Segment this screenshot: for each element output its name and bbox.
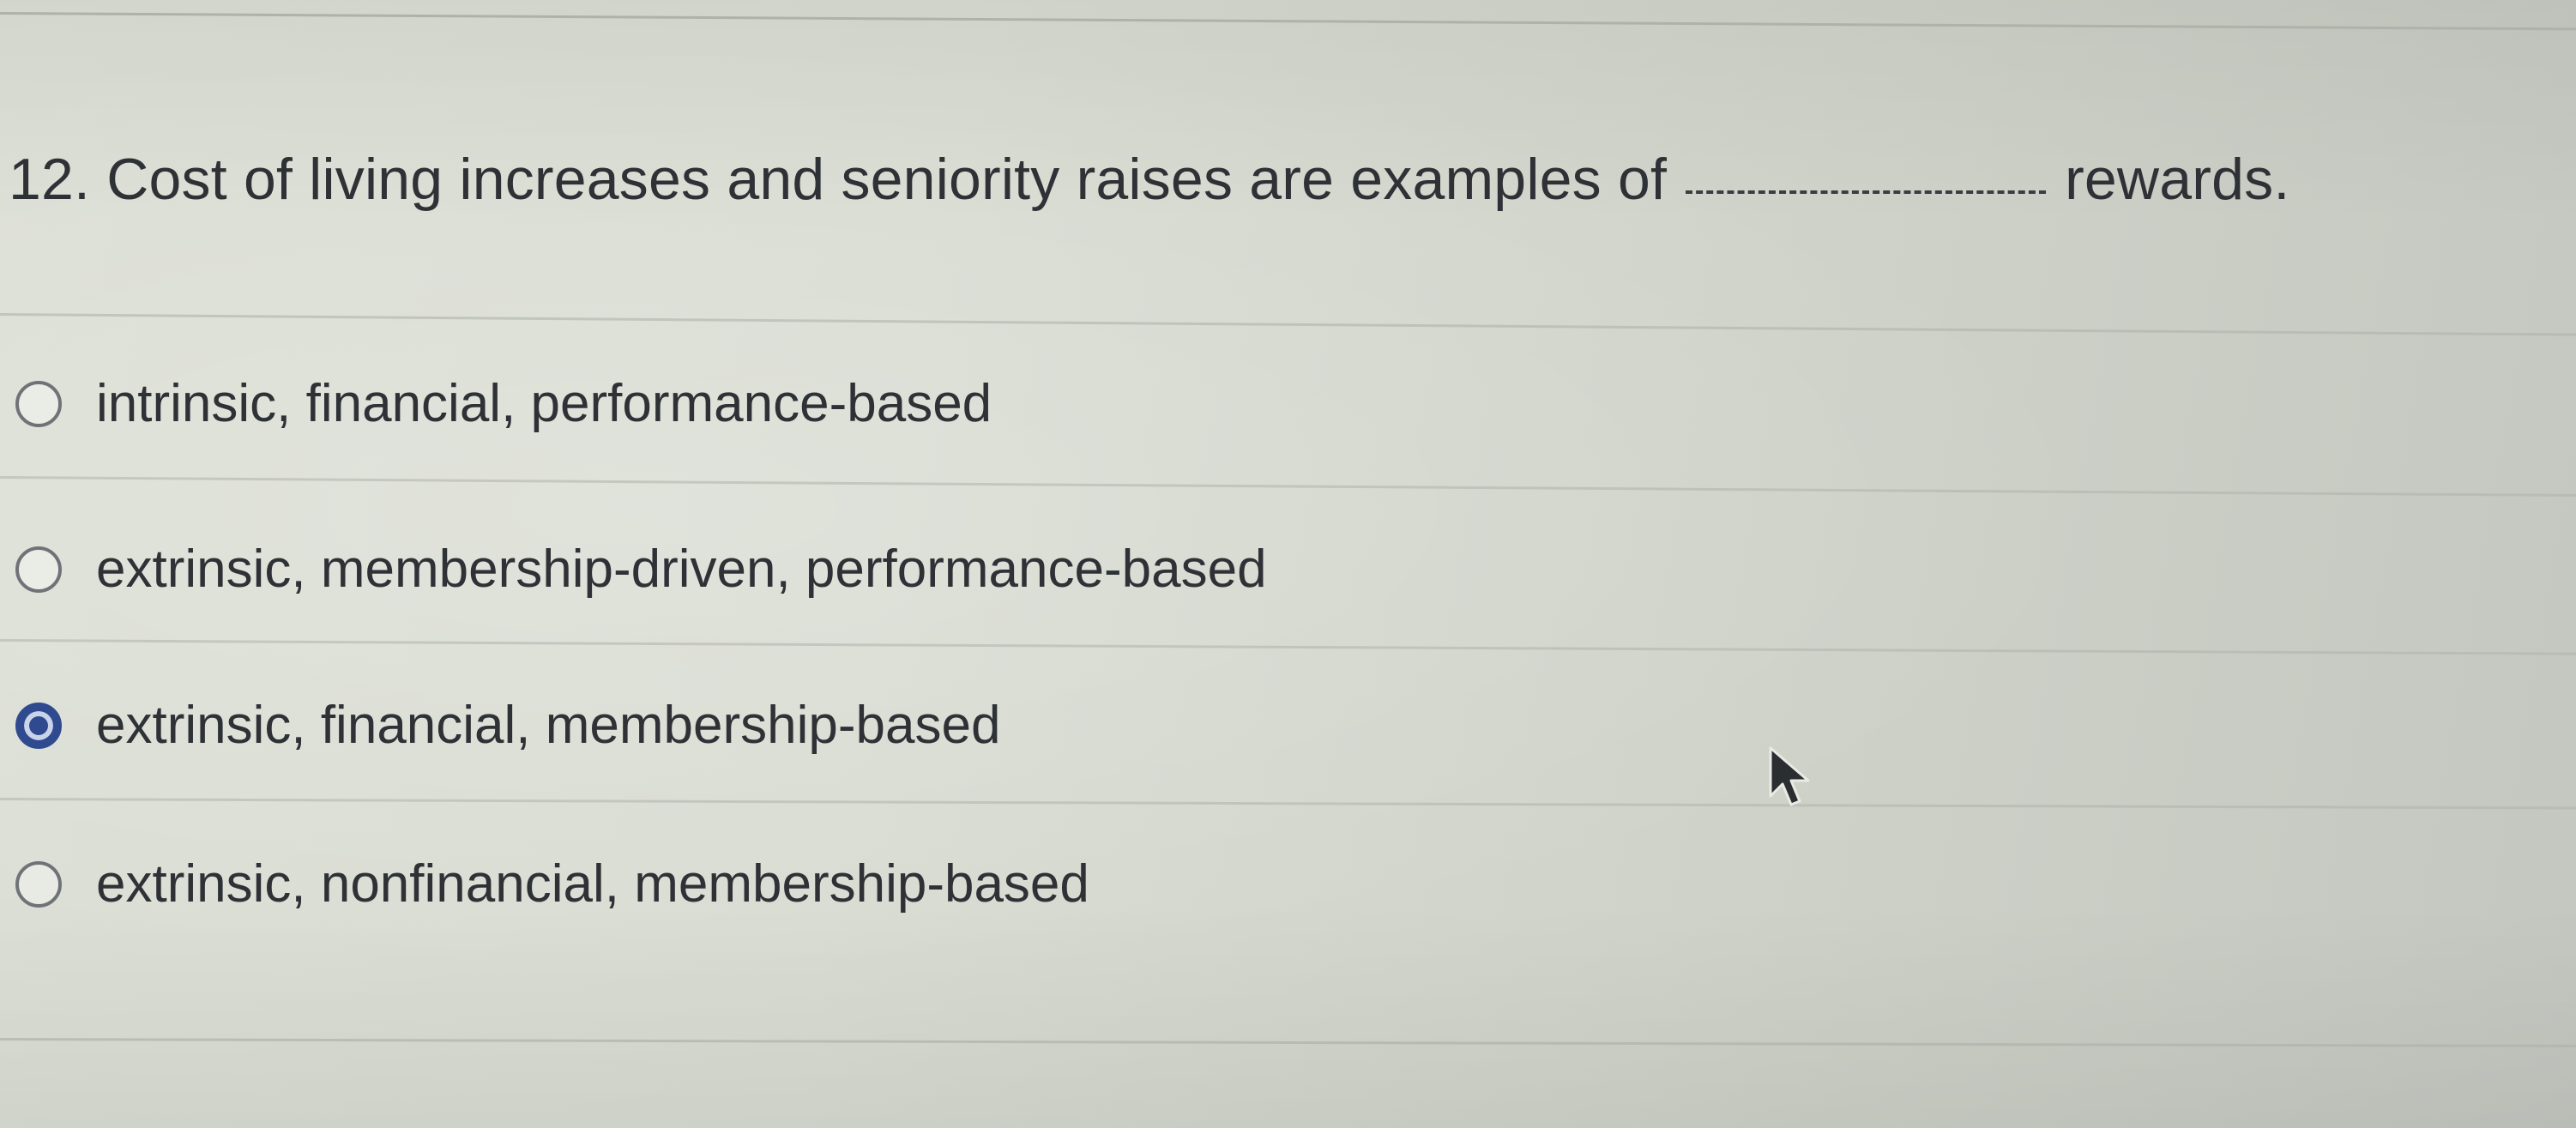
- mouse-pointer-icon: [1769, 746, 1810, 806]
- answer-option-label: extrinsic, nonfinancial, membership-base…: [96, 854, 1089, 914]
- option-divider-3: [0, 798, 2576, 810]
- answer-option-4[interactable]: extrinsic, nonfinancial, membership-base…: [15, 854, 1089, 914]
- radio-button-2[interactable]: [15, 546, 62, 593]
- radio-button-4[interactable]: [15, 860, 62, 908]
- answer-option-1[interactable]: intrinsic, financial, performance-based: [15, 373, 992, 434]
- question-text-end: rewards.: [2065, 147, 2290, 212]
- answer-option-3[interactable]: extrinsic, financial, membership-based: [15, 695, 1000, 756]
- option-divider-1: [0, 476, 2576, 497]
- question-divider: [0, 313, 2576, 336]
- radio-button-1[interactable]: [15, 380, 62, 427]
- answer-option-label: intrinsic, financial, performance-based: [96, 374, 992, 433]
- answer-blank: [1686, 187, 2047, 194]
- bottom-divider: [0, 1038, 2576, 1047]
- question-stem: 12. Cost of living increases and seniori…: [9, 146, 2289, 213]
- top-divider: [0, 12, 2576, 31]
- answer-option-label: extrinsic, financial, membership-based: [96, 696, 1001, 755]
- answer-option-2[interactable]: extrinsic, membership-driven, performanc…: [15, 539, 1267, 600]
- option-divider-2: [0, 639, 2576, 655]
- answer-option-label: extrinsic, membership-driven, performanc…: [96, 540, 1267, 599]
- question-text: Cost of living increases and seniority r…: [106, 147, 1668, 212]
- radio-button-3-selected[interactable]: [15, 702, 62, 749]
- question-number: 12.: [9, 147, 91, 212]
